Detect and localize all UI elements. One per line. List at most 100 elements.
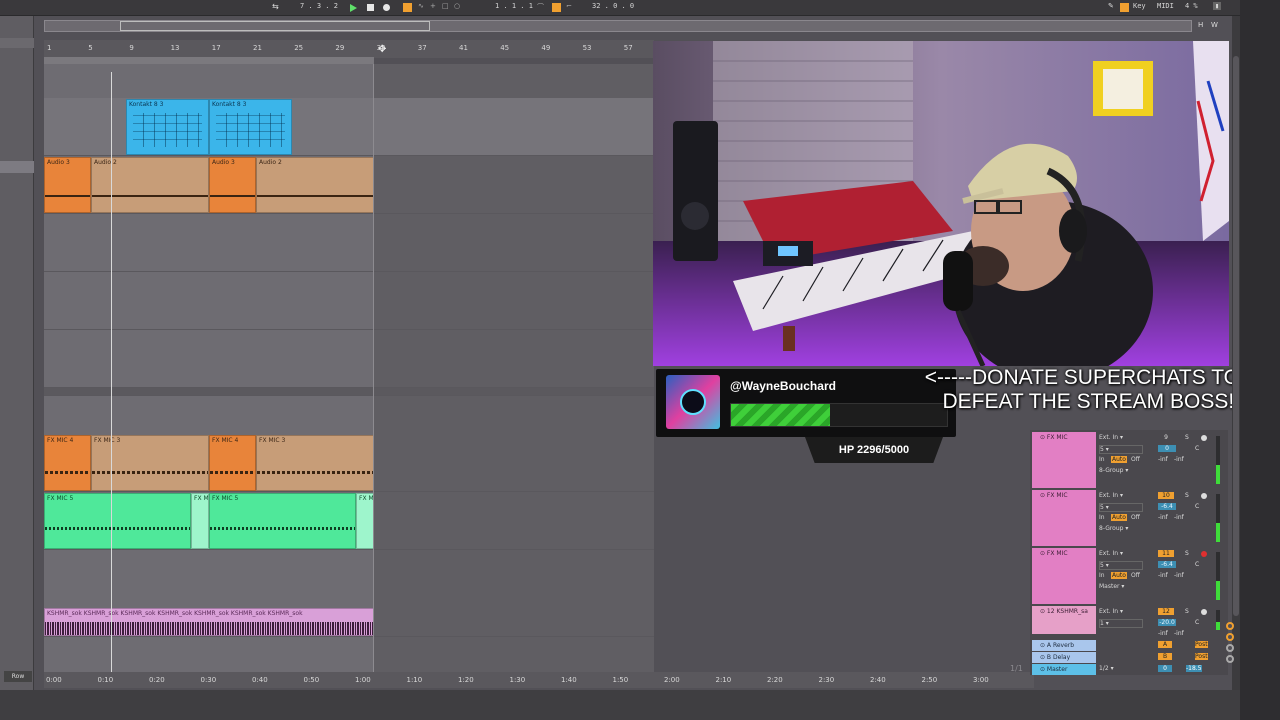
stop-icon[interactable] — [367, 4, 374, 11]
monitor-off-button[interactable]: Off — [1131, 514, 1140, 521]
loop-switch-icon[interactable] — [552, 3, 561, 12]
audio-clip[interactable]: FX M — [191, 493, 209, 549]
solo-button[interactable]: S — [1185, 608, 1189, 615]
track-number-button[interactable]: 10 — [1158, 492, 1174, 499]
arrangement-overdub-icon[interactable] — [403, 3, 412, 12]
midi-clip[interactable]: Kontakt 8 3 — [209, 99, 292, 155]
track-lane-empty-1[interactable] — [44, 214, 654, 272]
key-map-label[interactable]: Key — [1133, 2, 1146, 10]
audio-clip[interactable]: FX MIC 3 — [91, 435, 209, 491]
send-button[interactable]: A — [1158, 641, 1172, 648]
track-name-header[interactable]: ⊙ 12 KSHMR_sa — [1032, 606, 1096, 634]
monitor-in-button[interactable]: In — [1099, 456, 1105, 463]
settings-icon[interactable] — [1226, 644, 1234, 652]
audio-clip[interactable]: Audio 2 — [256, 157, 374, 213]
scrollbar-thumb[interactable] — [1233, 56, 1239, 616]
input-type-chooser[interactable]: Ext. In ▾ — [1099, 492, 1123, 499]
loop-icon[interactable]: ○ — [454, 2, 463, 11]
return-track-name[interactable]: ⊙ A Reverb — [1032, 640, 1096, 651]
arm-button[interactable] — [1201, 551, 1207, 557]
volume-field[interactable]: -20.0 — [1158, 619, 1176, 626]
arm-button[interactable] — [1201, 609, 1207, 615]
track-number-button[interactable]: 11 — [1158, 550, 1174, 557]
play-icon[interactable] — [350, 4, 357, 12]
tempo-nudge-display[interactable]: 7 . 3 . 2 — [300, 2, 338, 10]
output-chooser[interactable]: 8-Group ▾ — [1099, 525, 1128, 532]
tap-tempo-icon[interactable]: ⇆ — [272, 2, 281, 11]
punch-icon[interactable]: ⌐ — [566, 2, 575, 11]
input-channel-chooser[interactable]: 5 ▾ — [1099, 503, 1143, 512]
session-record-icon[interactable]: □ — [442, 2, 451, 11]
record-icon[interactable] — [383, 4, 390, 11]
loop-length-display[interactable]: 32 . 0 . 0 — [592, 2, 634, 10]
beat-time-ruler[interactable] — [44, 40, 654, 58]
audio-clip[interactable]: Audio 2 — [91, 157, 209, 213]
monitor-in-button[interactable]: In — [1099, 514, 1105, 521]
track-name-header[interactable]: ⊙ FX MIC — [1032, 432, 1096, 488]
track-number-button[interactable]: 9 — [1158, 434, 1174, 441]
loop-brace[interactable] — [44, 57, 374, 64]
audio-clip[interactable]: FX MIC 4 — [44, 435, 91, 491]
volume-field[interactable]: -6.4 — [1158, 561, 1176, 568]
return-track-name[interactable]: ⊙ B Delay — [1032, 652, 1096, 663]
audio-clip[interactable]: Audio 3 — [209, 157, 256, 213]
track-lane-empty-3[interactable] — [44, 330, 654, 388]
monitor-auto-button[interactable]: Auto — [1111, 456, 1127, 463]
track-lane-empty-2[interactable] — [44, 272, 654, 330]
left-panel-selected-row[interactable] — [0, 161, 34, 173]
automation-arm-icon[interactable]: ∿ — [418, 2, 427, 11]
audio-clip[interactable]: FX MIC 5 — [209, 493, 356, 549]
monitor-in-button[interactable]: In — [1099, 572, 1105, 579]
w-toggle[interactable]: W — [1211, 21, 1218, 29]
input-type-chooser[interactable]: Ext. In ▾ — [1099, 434, 1123, 441]
row-button[interactable]: Row — [4, 671, 32, 682]
volume-field[interactable]: 0 — [1158, 445, 1176, 452]
volume-field[interactable]: 0 — [1158, 665, 1172, 672]
audio-clip[interactable]: FX MIC 5 — [44, 493, 191, 549]
send-button[interactable]: B — [1158, 653, 1172, 660]
solo-button[interactable]: S — [1185, 492, 1189, 499]
vertical-scrollbar[interactable] — [1232, 16, 1240, 690]
playhead[interactable] — [111, 72, 112, 676]
solo-button[interactable]: S — [1185, 434, 1189, 441]
monitor-off-button[interactable]: Off — [1131, 572, 1140, 579]
track-name-header[interactable]: ⊙ FX MIC — [1032, 548, 1096, 604]
volume-field[interactable]: -6.4 — [1158, 503, 1176, 510]
overview-selection[interactable] — [120, 21, 430, 31]
pan-field[interactable]: C — [1195, 503, 1199, 510]
post-button[interactable]: Post — [1195, 653, 1208, 660]
audio-clip[interactable]: FX MIC 3 — [256, 435, 374, 491]
post-button[interactable]: Post — [1195, 641, 1208, 648]
return-track-name[interactable]: ⊙ Master — [1032, 664, 1096, 675]
track-number-button[interactable]: 12 — [1158, 608, 1174, 615]
input-type-chooser[interactable]: Ext. In ▾ — [1099, 608, 1123, 615]
pan-field[interactable]: C — [1195, 445, 1199, 452]
arm-button[interactable] — [1201, 435, 1207, 441]
draw-mode-icon[interactable]: ✎ — [1108, 2, 1117, 11]
pan-field[interactable]: C — [1195, 561, 1199, 568]
audio-clip[interactable]: Audio 3 — [44, 157, 91, 213]
midi-clip[interactable]: Kontakt 8 3 — [126, 99, 209, 155]
capture-midi-icon[interactable]: + — [430, 2, 439, 11]
arm-button[interactable] — [1201, 493, 1207, 499]
input-type-chooser[interactable]: Ext. In ▾ — [1099, 550, 1123, 557]
midi-map-label[interactable]: MIDI — [1157, 2, 1174, 10]
settings-icon[interactable] — [1226, 655, 1234, 663]
key-map-icon[interactable] — [1120, 3, 1129, 12]
pan-field[interactable]: C — [1195, 619, 1199, 626]
input-channel-chooser[interactable]: 5 ▾ — [1099, 445, 1143, 454]
h-toggle[interactable]: H — [1198, 21, 1203, 29]
audio-clip[interactable]: FX M — [356, 493, 374, 549]
track-name-header[interactable]: ⊙ FX MIC — [1032, 490, 1096, 546]
output-chooser[interactable]: 1/2 ▾ — [1099, 665, 1114, 672]
input-channel-chooser[interactable]: 1 ▾ — [1099, 619, 1143, 628]
settings-icon[interactable] — [1226, 622, 1234, 630]
monitor-auto-button[interactable]: Auto — [1111, 514, 1127, 521]
solo-button[interactable]: S — [1185, 550, 1189, 557]
settings-icon[interactable] — [1226, 633, 1234, 641]
follow-icon[interactable]: ⌒ — [537, 2, 546, 11]
monitor-auto-button[interactable]: Auto — [1111, 572, 1127, 579]
monitor-off-button[interactable]: Off — [1131, 456, 1140, 463]
output-chooser[interactable]: Master ▾ — [1099, 583, 1124, 590]
output-chooser[interactable]: 8-Group ▾ — [1099, 467, 1128, 474]
